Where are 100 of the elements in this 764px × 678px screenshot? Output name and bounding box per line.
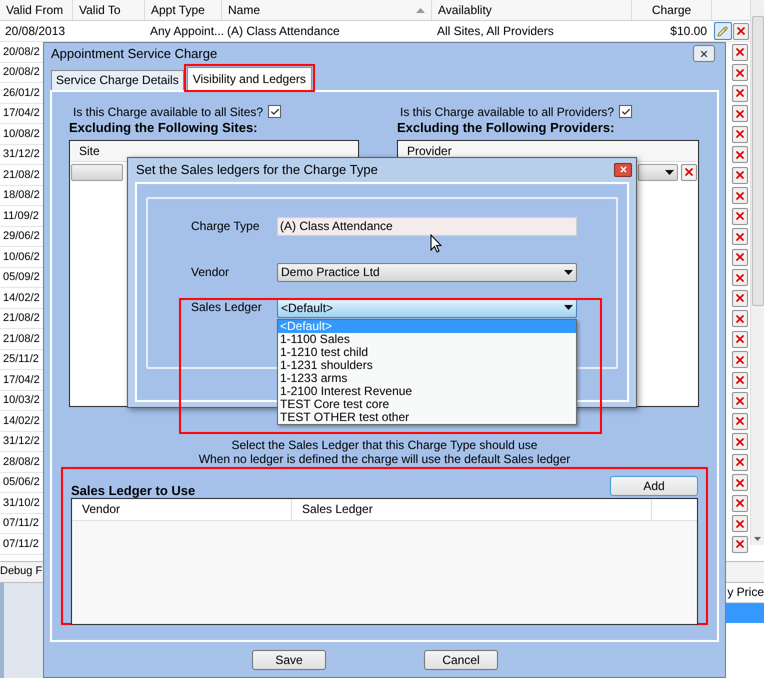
sort-arrow-icon (416, 8, 425, 13)
delete-button[interactable] (732, 494, 748, 512)
column-header[interactable]: Appt Type (145, 0, 222, 20)
delete-button[interactable] (732, 536, 748, 553)
x-icon (734, 476, 746, 489)
x-icon (734, 456, 746, 468)
dropdown[interactable]: Demo Practice Ltd (277, 262, 577, 282)
delete-button[interactable] (732, 208, 748, 225)
delete-button[interactable] (732, 290, 748, 307)
x-icon (734, 292, 746, 304)
delete-button[interactable] (733, 22, 749, 40)
delete-button[interactable] (732, 248, 748, 266)
delete-button[interactable] (732, 392, 748, 410)
close-icon (618, 165, 628, 174)
table-cell-text: 14/02/2 (3, 414, 40, 428)
cancel-button[interactable]: Cancel (424, 650, 498, 670)
table-cell-text: 10/03/2 (3, 393, 40, 408)
dropdown-option[interactable]: 1-1231 shoulders (278, 358, 576, 372)
add-button[interactable]: Add (610, 476, 698, 496)
table-cell-text: 07/11/2 (3, 536, 39, 552)
delete-button[interactable] (732, 515, 748, 532)
dropdown-option[interactable]: TEST OTHER test other (278, 410, 576, 424)
table-cell-text: 21/08/2 (3, 311, 40, 326)
x-icon (734, 436, 746, 448)
scrollbar[interactable] (750, 0, 764, 545)
column-header[interactable]: Name (222, 0, 432, 20)
delete-button[interactable] (732, 64, 748, 82)
dropdown-option[interactable]: 1-1210 test child (278, 346, 576, 359)
dropdown-option[interactable]: 1-1100 Sales (278, 332, 576, 346)
scrollbar-thumb[interactable] (752, 16, 764, 306)
table-cell-text: 29/06/2 (3, 229, 40, 244)
delete-button[interactable] (732, 412, 748, 430)
checkbox-label: Is this Charge available to all Sites? (73, 104, 264, 121)
column-header[interactable]: Sales Ledger (292, 498, 652, 520)
delete-button[interactable] (732, 105, 748, 122)
delete-button[interactable] (732, 166, 748, 184)
delete-button[interactable] (681, 164, 697, 181)
dropdown[interactable] (638, 164, 678, 181)
checkbox[interactable] (268, 105, 282, 118)
delete-button[interactable] (732, 146, 748, 164)
x-icon (734, 518, 746, 530)
x-icon (734, 169, 746, 182)
table-cell-text: 25/11/2 (3, 352, 39, 367)
delete-button[interactable] (732, 454, 748, 471)
x-icon (734, 538, 746, 550)
delete-button[interactable] (732, 126, 748, 143)
x-icon (734, 128, 746, 140)
down-arrow-icon (754, 537, 761, 541)
delete-button[interactable] (732, 187, 748, 204)
dropdown-option[interactable]: TEST Core test core (278, 398, 576, 411)
delete-button[interactable] (732, 474, 748, 492)
column-header[interactable]: Valid From (0, 0, 73, 20)
window-title: Appointment Service Charge (50, 45, 218, 64)
column-header[interactable]: Availablity (432, 0, 632, 20)
close-button[interactable] (693, 45, 715, 62)
table-cell-text: 11/09/2 (3, 208, 39, 224)
column-header[interactable]: y Price (726, 582, 764, 602)
column-header[interactable]: Vendor (72, 498, 292, 520)
table-cell-text: 05/06/2 (3, 475, 40, 490)
delete-button[interactable] (732, 44, 748, 61)
x-icon (734, 108, 746, 120)
table-cell-text: 05/09/2 (3, 270, 40, 285)
section-heading: Excluding the Following Providers: (397, 119, 614, 138)
delete-button[interactable] (732, 269, 748, 286)
delete-button[interactable] (732, 372, 748, 389)
delete-button[interactable] (732, 351, 748, 368)
table-cell-text: 20/08/2 (3, 44, 40, 60)
table-cell-text: 18/08/2 (3, 188, 40, 203)
x-icon (734, 333, 746, 346)
close-button[interactable] (614, 162, 632, 177)
table-cell-text: 14/02/2 (3, 290, 40, 306)
table-cell-text: 17/04/2 (3, 372, 40, 388)
caret-icon (564, 270, 573, 275)
table-cell-text: Any Appoint... (149, 23, 222, 40)
save-button[interactable]: Save (252, 650, 326, 670)
delete-button[interactable] (732, 433, 748, 450)
tab[interactable]: Visibility and Ledgers (186, 66, 312, 90)
table-cell-text: 31/12/2 (3, 434, 40, 449)
checkbox[interactable] (619, 105, 632, 118)
column-header[interactable]: Valid To (73, 0, 145, 20)
table-cell-text: $10.00 (669, 23, 708, 40)
table-cell-text: 21/08/2 (3, 168, 40, 182)
input-field[interactable]: (A) Class Attendance (277, 216, 577, 236)
delete-button[interactable] (732, 310, 748, 328)
delete-button[interactable] (732, 330, 748, 348)
dropdown-option[interactable]: 1-1233 arms (278, 372, 576, 385)
dropdown-option[interactable]: 1-2100 Interest Revenue (278, 384, 576, 398)
x-icon (734, 251, 746, 264)
column-header[interactable]: Charge (632, 0, 712, 20)
edit-button[interactable] (714, 22, 732, 40)
tab[interactable]: Debug F (0, 560, 43, 582)
x-icon (734, 230, 746, 243)
field-label: Charge Type (191, 218, 260, 236)
x-icon (734, 66, 746, 79)
delete-button[interactable] (732, 228, 748, 246)
x-icon (734, 210, 746, 222)
delete-button[interactable] (732, 84, 748, 102)
tab[interactable]: Service Charge Details (51, 70, 184, 90)
dropdown[interactable]: <Default> (277, 298, 577, 318)
x-icon (734, 312, 746, 325)
